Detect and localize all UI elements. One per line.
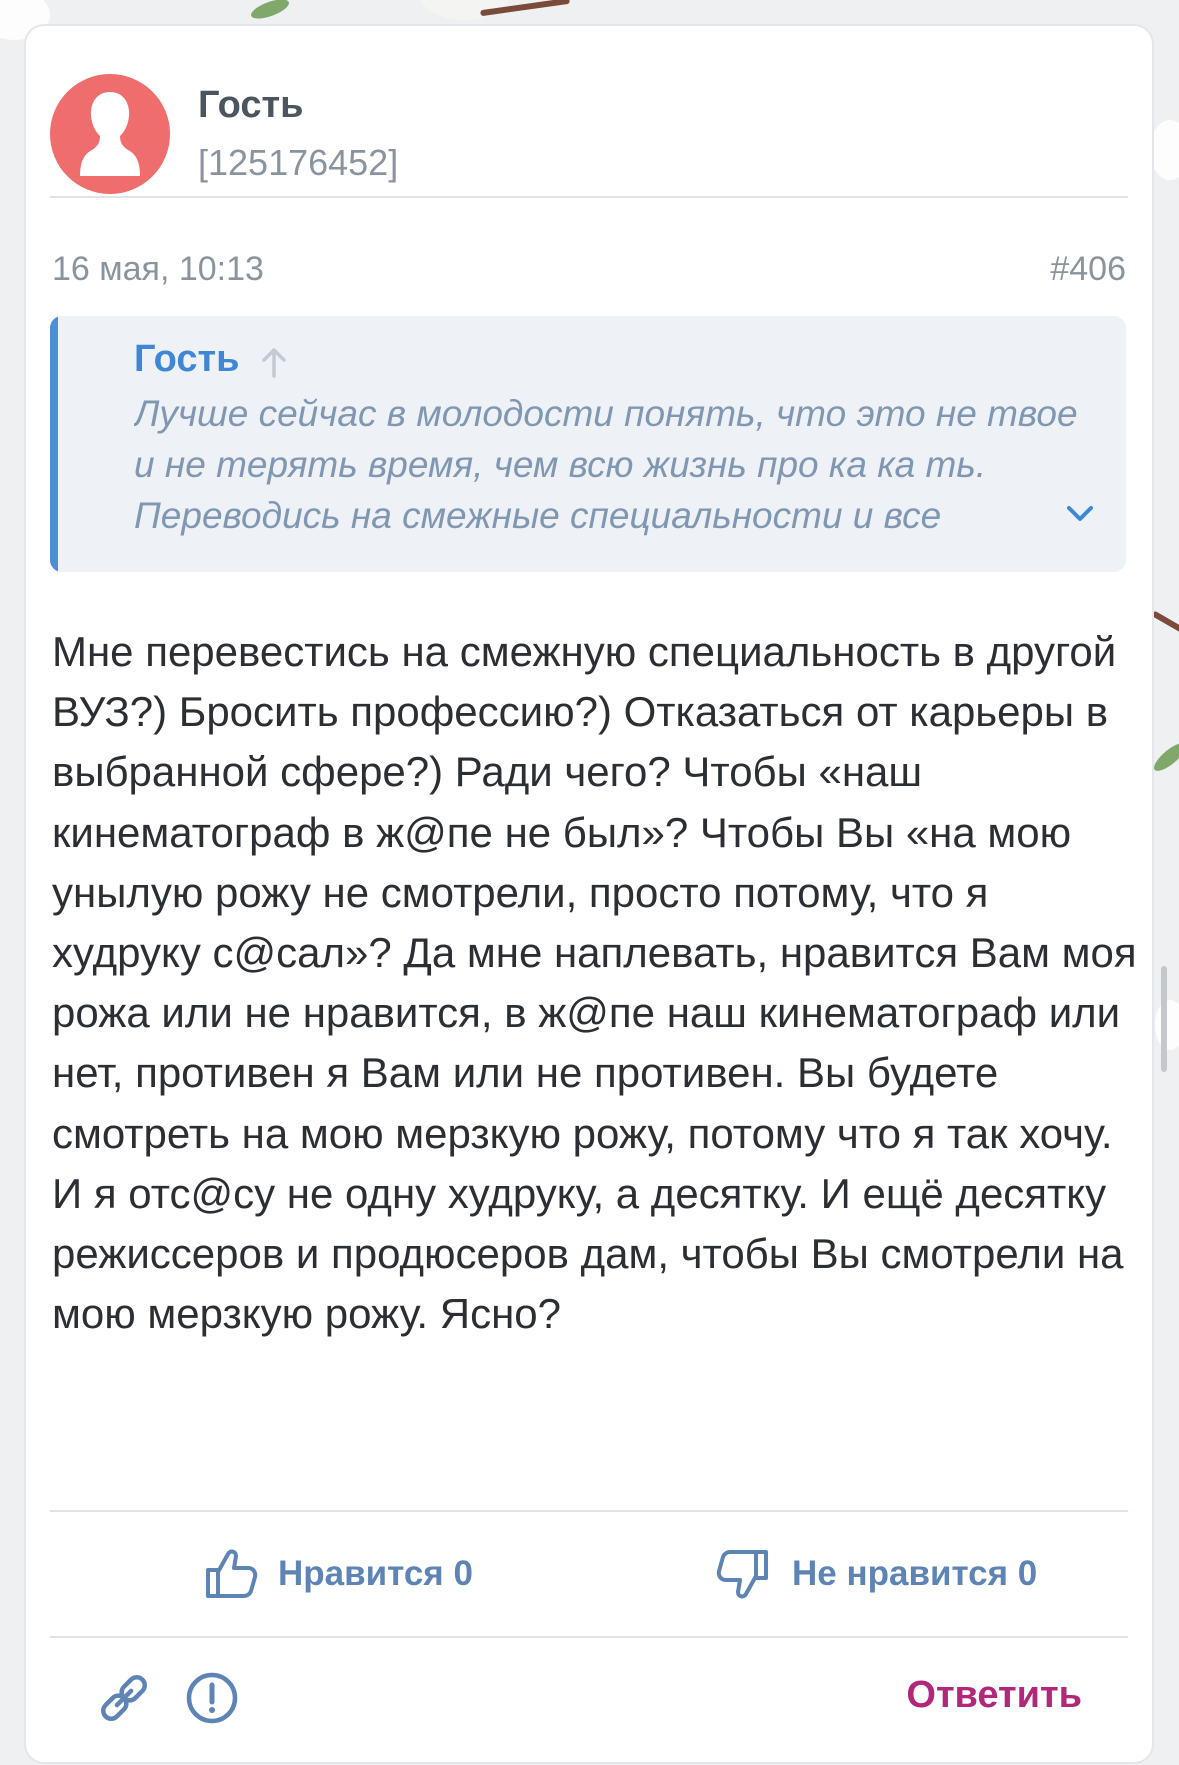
link-icon[interactable] <box>94 1668 154 1728</box>
post-body: Мне перевестись на смежную специальность… <box>52 628 1137 1338</box>
quote-author[interactable]: Гость <box>134 338 239 381</box>
dislike-button[interactable]: Не нравится 0 <box>714 1542 1037 1606</box>
post-footer: Ответить <box>50 1638 1128 1748</box>
dislike-label: Не нравится 0 <box>792 1554 1038 1593</box>
post-number[interactable]: #406 <box>1050 250 1126 289</box>
author-id: [125176452] <box>198 142 399 183</box>
quote-text: Лучше сейчас в молодости понять, что это… <box>134 393 1078 536</box>
scrollbar[interactable] <box>1161 966 1167 1072</box>
reply-button[interactable]: Ответить <box>906 1674 1082 1717</box>
post-date: 16 мая, 10:13 <box>52 250 264 288</box>
reactions-bar: Нравится 0 Не нравится 0 <box>50 1512 1128 1636</box>
thumbs-down-icon <box>716 1550 768 1599</box>
chevron-down-icon[interactable] <box>1062 496 1098 532</box>
like-button[interactable]: Нравится 0 <box>200 1542 473 1606</box>
quote-accent-bar <box>50 316 58 572</box>
thumbs-up-icon <box>206 1549 258 1598</box>
arrow-up-icon[interactable] <box>258 344 290 380</box>
author-name[interactable]: Гость <box>198 84 303 127</box>
exclamation-circle-icon[interactable] <box>182 1668 242 1728</box>
post-header: Гость [125176452] <box>50 50 1128 198</box>
like-label: Нравится 0 <box>278 1554 473 1593</box>
post-meta: 16 мая, 10:13 #406 <box>52 250 1126 294</box>
person-silhouette-icon <box>80 92 140 176</box>
post-card: Гость [125176452] 16 мая, 10:13 #406 Гос… <box>26 26 1152 1762</box>
avatar[interactable] <box>50 74 170 194</box>
quote-block[interactable]: Гость Лучше сейчас в молодости понять, ч… <box>50 316 1126 572</box>
